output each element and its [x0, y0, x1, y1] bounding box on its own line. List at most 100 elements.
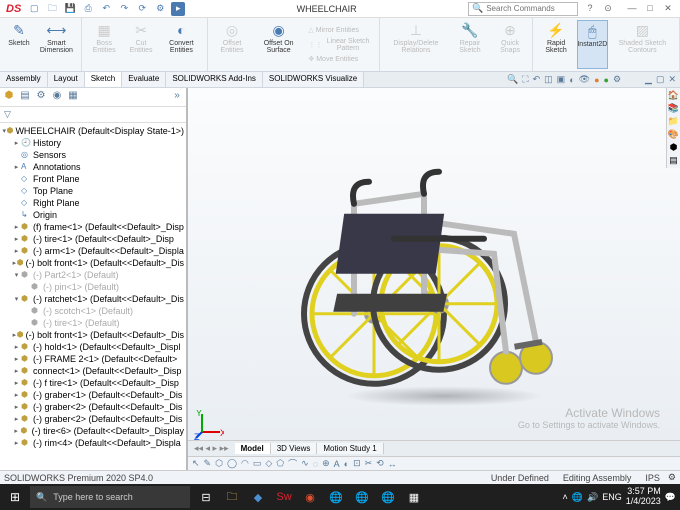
doc-min-icon[interactable]: ▁: [645, 74, 652, 85]
display-manager-tab[interactable]: ▦: [66, 90, 80, 104]
display-relations-button[interactable]: ⊥Display/Delete Relations: [384, 20, 448, 69]
tool-icon[interactable]: ⌒: [288, 457, 297, 470]
search-input[interactable]: [486, 4, 574, 13]
tree-item[interactable]: ▾⬢(-) Part2<1> (Default): [0, 269, 186, 281]
tree-item[interactable]: ▸⬢(-) bolt front<1> (Default<<Default>_D…: [0, 257, 186, 269]
sketch-button[interactable]: ✎Sketch: [4, 20, 34, 69]
tree-item[interactable]: ▸⬢(-) tire<6> (Default<<Default>_Display: [0, 425, 186, 437]
tool-icon[interactable]: ⊡: [353, 458, 361, 469]
dimxpert-tab[interactable]: ◉: [50, 90, 64, 104]
tree-item[interactable]: ▸⬢(-) hold<1> (Default<<Default>_Displ: [0, 341, 186, 353]
config-manager-tab[interactable]: ⚙: [34, 90, 48, 104]
tool-icon[interactable]: ✂: [365, 458, 373, 469]
btab-motion[interactable]: Motion Study 1: [317, 443, 383, 454]
tree-plane[interactable]: ◇Front Plane: [0, 173, 186, 185]
tree-item[interactable]: ▸⬢(-) arm<1> (Default<<Default>_Displa: [0, 245, 186, 257]
tree-item[interactable]: ▸⬢(-) rim<4> (Default<<Default>_Displa: [0, 437, 186, 449]
start-button[interactable]: ⊞: [0, 484, 30, 510]
tool-icon[interactable]: ✎: [204, 458, 212, 469]
view-settings-icon[interactable]: ⚙: [613, 74, 621, 85]
tool-icon[interactable]: ◠: [241, 458, 249, 469]
tree-item[interactable]: ▸⬢connect<1> (Default<<Default>_Disp: [0, 365, 186, 377]
chrome-icon[interactable]: 🌐: [376, 486, 400, 508]
tree-item[interactable]: ▸⬢(-) f tire<1> (Default<<Default>_Disp: [0, 377, 186, 389]
tray-network-icon[interactable]: 🌐: [572, 492, 583, 503]
graphics-viewport[interactable]: X Y Z Activate Windows Go to Settings to…: [188, 88, 680, 470]
view-triad[interactable]: X Y Z: [194, 410, 224, 440]
tray-lang[interactable]: ENG: [602, 492, 622, 502]
tree-plane[interactable]: ◇Right Plane: [0, 197, 186, 209]
smart-dimension-button[interactable]: ⟷Smart Dimension: [36, 20, 77, 69]
tool-icon[interactable]: ⊕: [322, 458, 330, 469]
rapid-sketch-button[interactable]: ⚡Rapid Sketch: [537, 20, 575, 69]
boss-entities-button[interactable]: ▦Boss Entities: [86, 20, 123, 69]
tool-icon[interactable]: ◐: [344, 459, 349, 469]
help-icon[interactable]: ?: [584, 3, 596, 14]
shaded-contours-button[interactable]: ▨Shaded Sketch Contours: [610, 20, 675, 69]
tree-item[interactable]: ▸⬢(-) graber<2> (Default<<Default>_Dis: [0, 401, 186, 413]
tray-chevron-icon[interactable]: ˄: [563, 492, 568, 502]
tool-icon[interactable]: A: [334, 459, 340, 469]
doc-close-icon[interactable]: ✕: [668, 74, 676, 85]
tool-icon[interactable]: ∿: [301, 458, 309, 469]
new-icon[interactable]: ▢: [27, 2, 41, 16]
offset-on-surface-button[interactable]: ◉Offset On Surface: [254, 20, 303, 69]
quick-snaps-button[interactable]: ⊕Quick Snaps: [492, 20, 528, 69]
minimize-button[interactable]: —: [626, 3, 638, 14]
tab-layout[interactable]: Layout: [48, 72, 85, 87]
maximize-button[interactable]: □: [644, 3, 656, 14]
tree-annotations[interactable]: ▸AAnnotations: [0, 161, 186, 173]
custom-props-icon[interactable]: ▤: [669, 155, 678, 166]
feature-tree[interactable]: ▾⬢WHEELCHAIR (Default<Display State-1>) …: [0, 123, 186, 470]
options-icon[interactable]: ⚙: [153, 2, 167, 16]
tool-icon[interactable]: ↖: [192, 458, 200, 469]
tree-item[interactable]: ▸⬢(-) tire<1> (Default<<Default>_Disp: [0, 233, 186, 245]
updates-icon[interactable]: ⊙: [602, 3, 614, 14]
tool-icon[interactable]: ◌: [313, 459, 318, 469]
tab-evaluate[interactable]: Evaluate: [122, 72, 166, 87]
command-search[interactable]: 🔍: [468, 2, 578, 16]
move-entities-button[interactable]: ✥Move Entities: [305, 54, 374, 64]
close-button[interactable]: ✕: [662, 3, 674, 14]
hide-show-icon[interactable]: 👁: [579, 74, 590, 85]
solidworks-icon[interactable]: Sw: [272, 486, 296, 508]
tray-volume-icon[interactable]: 🔊: [587, 492, 598, 503]
zoom-area-icon[interactable]: ⛶: [522, 74, 528, 85]
tree-item[interactable]: ▸⬢(-) graber<2> (Default<<Default>_Dis: [0, 413, 186, 425]
tree-item[interactable]: ⬢(-) pin<1> (Default): [0, 281, 186, 293]
tree-root[interactable]: ▾⬢WHEELCHAIR (Default<Display State-1>): [0, 125, 186, 137]
tree-history[interactable]: ▸🕘History: [0, 137, 186, 149]
save-icon[interactable]: 💾: [63, 2, 77, 16]
convert-entities-button[interactable]: ◐Convert Entities: [160, 20, 203, 69]
offset-entities-button[interactable]: ◎Offset Entities: [212, 20, 252, 69]
play-icon[interactable]: ▸: [171, 2, 185, 16]
taskbar-search[interactable]: 🔍 Type here to search: [30, 486, 190, 508]
explorer-icon[interactable]: 🗀: [220, 486, 244, 508]
tree-item[interactable]: ▸⬢(f) frame<1> (Default<<Default>_Disp: [0, 221, 186, 233]
redo-icon[interactable]: ↷: [117, 2, 131, 16]
tree-sensors[interactable]: ◎Sensors: [0, 149, 186, 161]
tree-filter[interactable]: ▽: [0, 107, 186, 123]
resources-icon[interactable]: 🏠: [668, 90, 679, 101]
btab-3dviews[interactable]: 3D Views: [271, 443, 318, 454]
doc-max-icon[interactable]: ▢: [656, 74, 665, 85]
tree-item[interactable]: ⬢(-) scotch<1> (Default): [0, 305, 186, 317]
prev-view-icon[interactable]: ↶: [533, 74, 541, 85]
property-manager-tab[interactable]: ▤: [18, 90, 32, 104]
tree-item[interactable]: ▸⬢(-) FRAME 2<1> (Default<<Default>: [0, 353, 186, 365]
rebuild-icon[interactable]: ⟳: [135, 2, 149, 16]
tab-assembly[interactable]: Assembly: [0, 72, 48, 87]
linear-pattern-button[interactable]: ⋮⋮Linear Sketch Pattern: [305, 36, 374, 53]
repair-sketch-button[interactable]: 🔧Repair Sketch: [450, 20, 490, 69]
tab-visualize[interactable]: SOLIDWORKS Visualize: [263, 72, 364, 87]
tab-nav-left[interactable]: ◂◂ ◂ ▸ ▸▸: [188, 443, 235, 454]
tree-item[interactable]: ▾⬢(-) ratchet<1> (Default<<Default>_Dis: [0, 293, 186, 305]
unit-system[interactable]: IPS: [645, 473, 660, 483]
appearance-icon[interactable]: ●: [594, 75, 599, 85]
chrome-icon[interactable]: 🌐: [350, 486, 374, 508]
notifications-icon[interactable]: 💬: [665, 492, 676, 503]
file-explorer-icon[interactable]: 📁: [668, 116, 679, 127]
tool-icon[interactable]: ⟲: [376, 458, 384, 469]
tab-addins[interactable]: SOLIDWORKS Add-Ins: [166, 72, 263, 87]
view-palette-icon[interactable]: 🎨: [668, 129, 679, 140]
